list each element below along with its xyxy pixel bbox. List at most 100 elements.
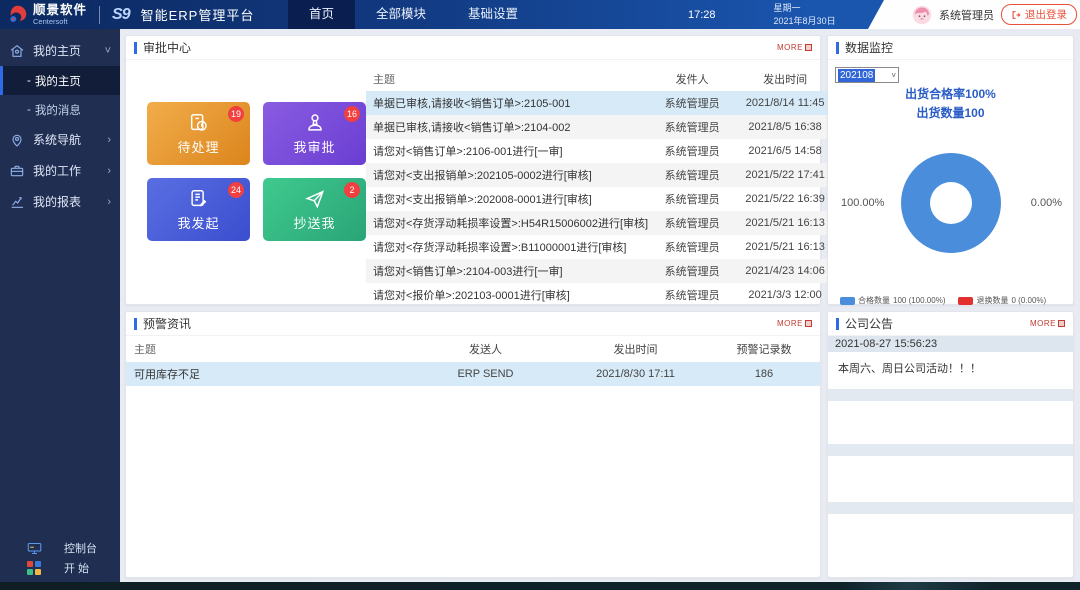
announcements-more-button[interactable]: MORE [1030,319,1065,328]
sidebar-subitem-my-messages[interactable]: 我的消息 [0,95,120,124]
announcement-slot [828,444,1073,456]
sidebar-item-label: 系统导航 [33,131,81,148]
initiated-count-badge: 24 [228,182,244,198]
tab-basic-settings[interactable]: 基础设置 [447,0,539,29]
brand-divider [99,6,100,24]
data-monitor-panel: 数据监控 202108 ˅ 出货合格率100% 出货数量100 100.00% … [827,35,1074,305]
panel-accent-bar [134,42,137,54]
approval-row[interactable]: 请您对<支出报销单>:202105-0002进行[审核] 系统管理员 2021/… [366,163,834,187]
announcements-panel-title: 公司公告 [845,315,893,332]
sidebar: 我的主页 ˅ 我的主页 我的消息 系统导航 › 我的工作 › [0,29,120,590]
sidebar-item-label: 我的主页 [33,42,81,59]
brand-name: 顺景软件 [33,4,87,17]
approval-row[interactable]: 请您对<支出报销单>:202008-0001进行[审核] 系统管理员 2021/… [366,187,834,211]
announcement-slot [828,502,1073,514]
tile-cc-to-me[interactable]: 抄送我 2 [263,178,366,241]
approval-row[interactable]: 请您对<存货浮动耗损率设置>:B11000001进行[审核] 系统管理员 202… [366,235,834,259]
main-nav: 首页 全部模块 基础设置 [288,0,539,29]
tile-pending[interactable]: 待处理 19 [147,102,250,165]
brand-sub: Centersoft [33,18,87,26]
announcement-content[interactable]: 本周六、周日公司活动！！！ [828,352,1073,389]
monitor-panel-title: 数据监控 [845,39,893,56]
approval-row[interactable]: 请您对<存货浮动耗损率设置>:H54R15006002进行[审核] 系统管理员 … [366,211,834,235]
sidebar-item-label: 我的报表 [33,193,81,210]
tile-initiated-by-me[interactable]: 我发起 24 [147,178,250,241]
approval-center-panel: 审批中心 MORE 待处理 19 [125,35,821,305]
announcements-panel: 公司公告 MORE 2021-08-27 15:56:23 本周六、周日公司活动… [827,311,1074,578]
start-label: 开 始 [64,560,89,576]
alerts-table-header: 主题 发送人 发出时间 预警记录数 [126,336,820,362]
start-button[interactable]: 开 始 [0,558,120,578]
sidebar-item-system-nav[interactable]: 系统导航 › [0,124,120,155]
alerts-more-button[interactable]: MORE [777,319,812,328]
more-icon [805,44,812,51]
panel-accent-bar [836,318,839,330]
alerts-panel: 预警资讯 MORE 主题 发送人 发出时间 预警记录数 可用库存不足 ERP S… [125,311,821,578]
chart-legend: 合格数量 100 (100.00%) 退换数量 0 (0.00%) [828,295,1073,306]
approval-row[interactable]: 请您对<报价单>:202103-0001进行[审核] 系统管理员 2021/3/… [366,283,834,307]
chevron-right-icon: › [107,134,111,146]
pending-count-badge: 19 [228,106,244,122]
chevron-right-icon: › [107,165,111,177]
legend-pass: 合格数量 100 (100.00%) [840,295,945,306]
approval-row[interactable]: 请您对<销售订单>:2104-003进行[一审] 系统管理员 2021/4/23… [366,259,834,283]
my-approvals-count-badge: 16 [344,106,360,122]
taskbar-edge [0,582,1080,590]
console-icon [27,542,42,555]
announcement-date: 2021-08-27 15:56:23 [828,336,1073,352]
tab-home[interactable]: 首页 [288,0,355,29]
date-text: 2021年8月30日 [774,15,836,27]
sidebar-item-my-work[interactable]: 我的工作 › [0,155,120,186]
doc-pencil-icon [188,188,210,210]
s9-logo: S9 [112,6,130,24]
console-label: 控制台 [64,540,97,556]
legend-swatch-red [958,297,973,305]
chevron-right-icon: › [107,196,111,208]
legend-swatch-blue [840,297,855,305]
username: 系统管理员 [939,7,994,23]
chevron-down-icon: ˅ [105,45,111,57]
legend-return: 退换数量 0 (0.00%) [958,295,1046,306]
logout-button[interactable]: 退出登录 [1001,4,1077,25]
shipment-qty-text: 出货数量100 [828,104,1073,123]
avatar[interactable] [912,5,932,25]
approval-table-header: 主题 发件人 发出时间 [366,66,834,91]
sidebar-item-my-home[interactable]: 我的主页 ˅ [0,35,120,66]
centersoft-logo-icon [7,4,28,25]
product-title: 智能ERP管理平台 [141,5,255,24]
alert-row[interactable]: 可用库存不足 ERP SEND 2021/8/30 17:11 186 [126,362,820,386]
weekday-text: 星期一 [774,2,836,14]
briefcase-icon [9,163,25,179]
quality-donut-chart: 100.00% 0.00% [828,127,1073,279]
panel-accent-bar [134,318,137,330]
cc-count-badge: 2 [344,182,360,198]
home-icon [9,43,25,59]
tab-all-modules[interactable]: 全部模块 [355,0,447,29]
approval-row[interactable]: 单据已审核,请接收<销售订单>:2105-001 系统管理员 2021/8/14… [366,91,834,115]
approval-more-button[interactable]: MORE [777,43,812,52]
more-icon [1058,320,1065,327]
panel-accent-bar [836,42,839,54]
period-select[interactable]: 202108 ˅ [835,67,899,83]
console-button[interactable]: 控制台 [0,538,120,558]
logout-icon [1011,10,1021,20]
approval-tiles: 待处理 19 我审批 16 我发起 24 [147,102,366,304]
sidebar-item-label: 我的工作 [33,162,81,179]
erp-dashboard: 顺景软件 Centersoft S9 智能ERP管理平台 首页 全部模块 基础设… [0,0,1080,590]
tile-my-approvals[interactable]: 我审批 16 [263,102,366,165]
sidebar-item-my-reports[interactable]: 我的报表 › [0,186,120,217]
logout-label: 退出登录 [1025,7,1067,22]
more-icon [805,320,812,327]
approval-row[interactable]: 请您对<销售订单>:2106-001进行[一审] 系统管理员 2021/6/5 … [366,139,834,163]
period-select-value: 202108 [838,69,875,82]
donut-left-label: 100.00% [841,197,884,209]
chart-icon [9,194,25,210]
pass-rate-text: 出货合格率100% [828,85,1073,104]
sidebar-subitem-my-home[interactable]: 我的主页 [0,66,120,95]
brand: 顺景软件 Centersoft S9 智能ERP管理平台 [7,0,254,29]
todo-doc-clock-icon [188,112,210,134]
donut-ring [901,153,1001,253]
approval-row[interactable]: 单据已审核,请接收<销售订单>:2104-002 系统管理员 2021/8/5 … [366,115,834,139]
clock: 17:28 星期一 2021年8月30日 [688,0,836,29]
stamp-icon [304,112,326,134]
